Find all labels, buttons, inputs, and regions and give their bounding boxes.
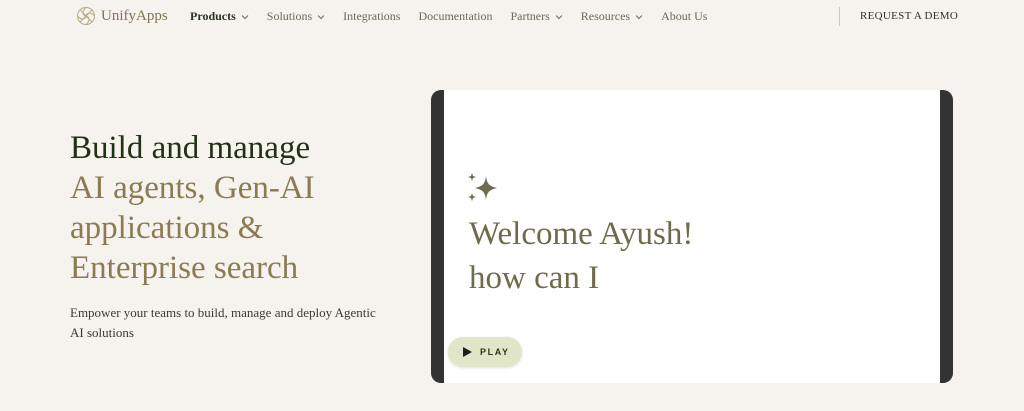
play-button[interactable]: PLAY	[448, 337, 522, 367]
nav-item-label: Documentation	[418, 9, 493, 23]
nav-item-integrations[interactable]: Integrations	[343, 9, 400, 24]
nav-item-solutions[interactable]: Solutions	[267, 9, 325, 24]
chevron-down-icon	[635, 14, 643, 19]
brand-name: UnifyApps	[101, 7, 168, 24]
nav-menu: Products Solutions Integrations Document…	[190, 9, 725, 24]
chevron-down-icon	[555, 14, 563, 19]
nav-item-products[interactable]: Products	[190, 9, 249, 24]
hero-highlight-line: Enterprise search	[70, 250, 299, 286]
nav-item-label: About Us	[661, 9, 708, 23]
brand-logo[interactable]: UnifyApps	[76, 6, 168, 26]
play-label: PLAY	[480, 347, 510, 357]
nav-item-resources[interactable]: Resources	[581, 9, 643, 24]
nav-item-label: Resources	[580, 9, 631, 23]
nav-item-label: Products	[190, 9, 236, 23]
welcome-line: how can I	[469, 260, 600, 296]
nav-item-label: Integrations	[343, 9, 401, 23]
sparkle-icon	[468, 173, 497, 201]
swirl-logo-icon	[77, 7, 95, 25]
play-icon	[463, 347, 472, 357]
nav-item-label: Partners	[510, 9, 550, 23]
nav-item-label: Solutions	[266, 9, 313, 23]
welcome-message: Welcome Ayush! how can I	[469, 212, 693, 300]
nav-item-documentation[interactable]: Documentation	[418, 9, 492, 24]
hero-headline: Build and manage	[70, 130, 311, 166]
welcome-line: Welcome Ayush!	[469, 216, 694, 252]
chevron-down-icon	[317, 14, 325, 19]
hero-highlight-line: applications &	[70, 210, 264, 246]
top-navigation: UnifyApps Products Solutions Integration…	[0, 0, 1024, 34]
nav-item-partners[interactable]: Partners	[510, 9, 563, 24]
hero-highlight-line: AI agents, Gen-AI	[70, 170, 315, 206]
request-demo-button[interactable]: REQUEST A DEMO	[860, 10, 958, 22]
nav-divider	[839, 7, 840, 26]
hero-subtitle: Empower your teams to build, manage and …	[70, 305, 376, 340]
chevron-down-icon	[241, 14, 249, 19]
nav-item-about-us[interactable]: About Us	[661, 9, 707, 24]
hero-highlight: AI agents, Gen-AI applications & Enterpr…	[70, 168, 400, 288]
